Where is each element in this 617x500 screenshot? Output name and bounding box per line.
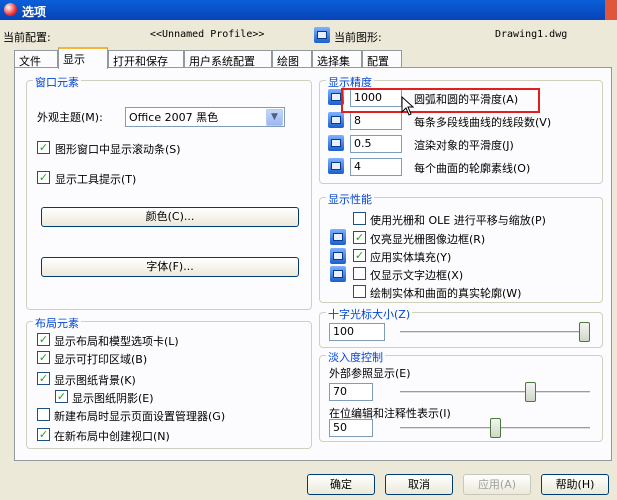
xref-display-label: 外部参照显示(E) (329, 367, 411, 380)
solid-fill-checkbox[interactable]: ✓ (353, 249, 366, 262)
create-viewport-checkbox[interactable]: ✓ (37, 428, 50, 441)
render-smoothness-icon (328, 135, 344, 151)
mouse-cursor-icon (401, 96, 415, 116)
tab-files[interactable]: 文件 (14, 50, 58, 68)
raster-frame-icon (330, 229, 346, 245)
paper-background-checkbox[interactable]: ✓ (37, 372, 50, 385)
tab-user-preferences[interactable]: 用户系统配置 (184, 50, 272, 68)
printable-area-checkbox[interactable]: ✓ (37, 351, 50, 364)
tab-selection[interactable]: 选择集 (312, 50, 362, 68)
current-drawing-value: Drawing1.dwg (495, 29, 568, 40)
contour-lines-icon (328, 158, 344, 174)
raster-frame-checkbox[interactable]: ✓ (353, 231, 366, 244)
raster-frame-label: 仅亮显光栅图像边框(R) (370, 233, 486, 246)
xref-slider-track[interactable] (400, 391, 590, 394)
render-smoothness-input[interactable]: 0.5 (350, 135, 402, 153)
tab-open-save[interactable]: 打开和保存 (108, 50, 184, 68)
cancel-button[interactable]: 取消 (385, 474, 453, 495)
solid-fill-label: 应用实体填充(Y) (370, 251, 452, 264)
window-elements-title: 窗口元素 (33, 74, 81, 90)
current-profile-label: 当前配置: (3, 31, 51, 44)
solid-fill-icon (330, 248, 346, 264)
page-setup-manager-label: 新建布局时显示页面设置管理器(G) (54, 410, 226, 423)
polyline-segments-label: 每条多段线曲线的线段数(V) (414, 116, 552, 129)
contour-lines-label: 每个曲面的轮廓素线(O) (414, 162, 531, 175)
crosshair-title: 十字光标大小(Z) (326, 306, 413, 322)
color-scheme-label: 外观主题(M): (37, 111, 103, 124)
render-smoothness-label: 渲染对象的平滑度(J) (414, 139, 514, 152)
color-scheme-value: Office 2007 黑色 (129, 111, 219, 124)
display-performance-title: 显示性能 (326, 191, 374, 207)
title-bar: 选项 (0, 0, 617, 20)
inplace-edit-input[interactable]: 50 (329, 419, 373, 437)
layout-elements-group: 布局元素 ✓ 显示布局和模型选项卡(L) ✓ 显示可打印区域(B) ✓ 显示图纸… (26, 315, 312, 449)
display-panel: 窗口元素 外观主题(M): Office 2007 黑色 ▼ ✓ 图形窗口中显示… (14, 67, 612, 461)
xref-display-input[interactable]: 70 (329, 383, 373, 401)
text-frame-icon (330, 266, 346, 282)
tab-display[interactable]: 显示 (58, 47, 108, 69)
paper-shadow-label: 显示图纸阴影(E) (72, 392, 154, 405)
xref-slider-thumb[interactable] (525, 382, 537, 402)
true-silhouette-label: 绘制实体和曲面的真实轮廓(W) (370, 287, 522, 300)
polyline-segments-input[interactable]: 8 (350, 112, 402, 130)
app-icon (4, 3, 17, 16)
layout-model-tabs-label: 显示布局和模型选项卡(L) (54, 335, 179, 348)
crosshair-input[interactable]: 100 (329, 323, 385, 341)
layout-elements-title: 布局元素 (33, 315, 81, 331)
window-elements-group: 窗口元素 外观主题(M): Office 2007 黑色 ▼ ✓ 图形窗口中显示… (26, 74, 312, 310)
current-drawing-label: 当前图形: (334, 31, 382, 44)
current-profile-value: <<Unnamed Profile>> (150, 29, 265, 40)
text-frame-checkbox[interactable]: ✓ (353, 267, 366, 280)
fade-control-group: 淡入度控制 外部参照显示(E) 70 在位编辑和注释性表示(I) 50 (319, 349, 603, 442)
drawing-icon (314, 27, 330, 43)
paper-background-label: 显示图纸背景(K) (54, 374, 136, 387)
tab-profiles[interactable]: 配置 (362, 50, 402, 68)
chevron-down-icon[interactable]: ▼ (266, 109, 283, 126)
polyline-segments-icon (328, 112, 344, 128)
tooltips-label: 显示工具提示(T) (55, 173, 137, 186)
printable-area-label: 显示可打印区域(B) (54, 353, 148, 366)
page-setup-manager-checkbox[interactable]: ✓ (37, 408, 50, 421)
inplace-slider-thumb[interactable] (489, 418, 501, 438)
crosshair-group: 十字光标大小(Z) 100 (319, 306, 603, 348)
close-icon[interactable] (605, 0, 617, 20)
apply-button[interactable]: 应用(A) (463, 474, 531, 495)
colors-button[interactable]: 颜色(C)... (41, 207, 299, 227)
crosshair-slider-track[interactable] (400, 331, 590, 334)
fade-control-title: 淡入度控制 (326, 349, 385, 365)
tooltips-checkbox[interactable]: ✓ (37, 171, 50, 184)
highlight-frame (341, 88, 540, 113)
display-performance-group: 显示性能 ✓ 使用光栅和 OLE 进行平移与缩放(P) ✓ 仅亮显光栅图像边框(… (319, 191, 603, 303)
raster-ole-checkbox[interactable]: ✓ (353, 212, 366, 225)
fonts-button[interactable]: 字体(F)... (41, 257, 299, 277)
ok-button[interactable]: 确定 (307, 474, 375, 495)
contour-lines-input[interactable]: 4 (350, 158, 402, 176)
crosshair-slider-thumb[interactable] (579, 322, 590, 342)
color-scheme-select[interactable]: Office 2007 黑色 ▼ (125, 107, 285, 127)
tab-drafting[interactable]: 绘图 (272, 50, 312, 68)
scrollbars-checkbox[interactable]: ✓ (37, 141, 50, 154)
text-frame-label: 仅显示文字边框(X) (370, 269, 464, 282)
raster-ole-label: 使用光栅和 OLE 进行平移与缩放(P) (370, 214, 546, 227)
true-silhouette-checkbox[interactable]: ✓ (353, 285, 366, 298)
layout-model-tabs-checkbox[interactable]: ✓ (37, 333, 50, 346)
help-button[interactable]: 帮助(H) (541, 474, 609, 495)
scrollbars-label: 图形窗口中显示滚动条(S) (55, 143, 181, 156)
create-viewport-label: 在新布局中创建视口(N) (54, 430, 170, 443)
paper-shadow-checkbox[interactable]: ✓ (55, 390, 68, 403)
window-title: 选项 (22, 5, 47, 19)
